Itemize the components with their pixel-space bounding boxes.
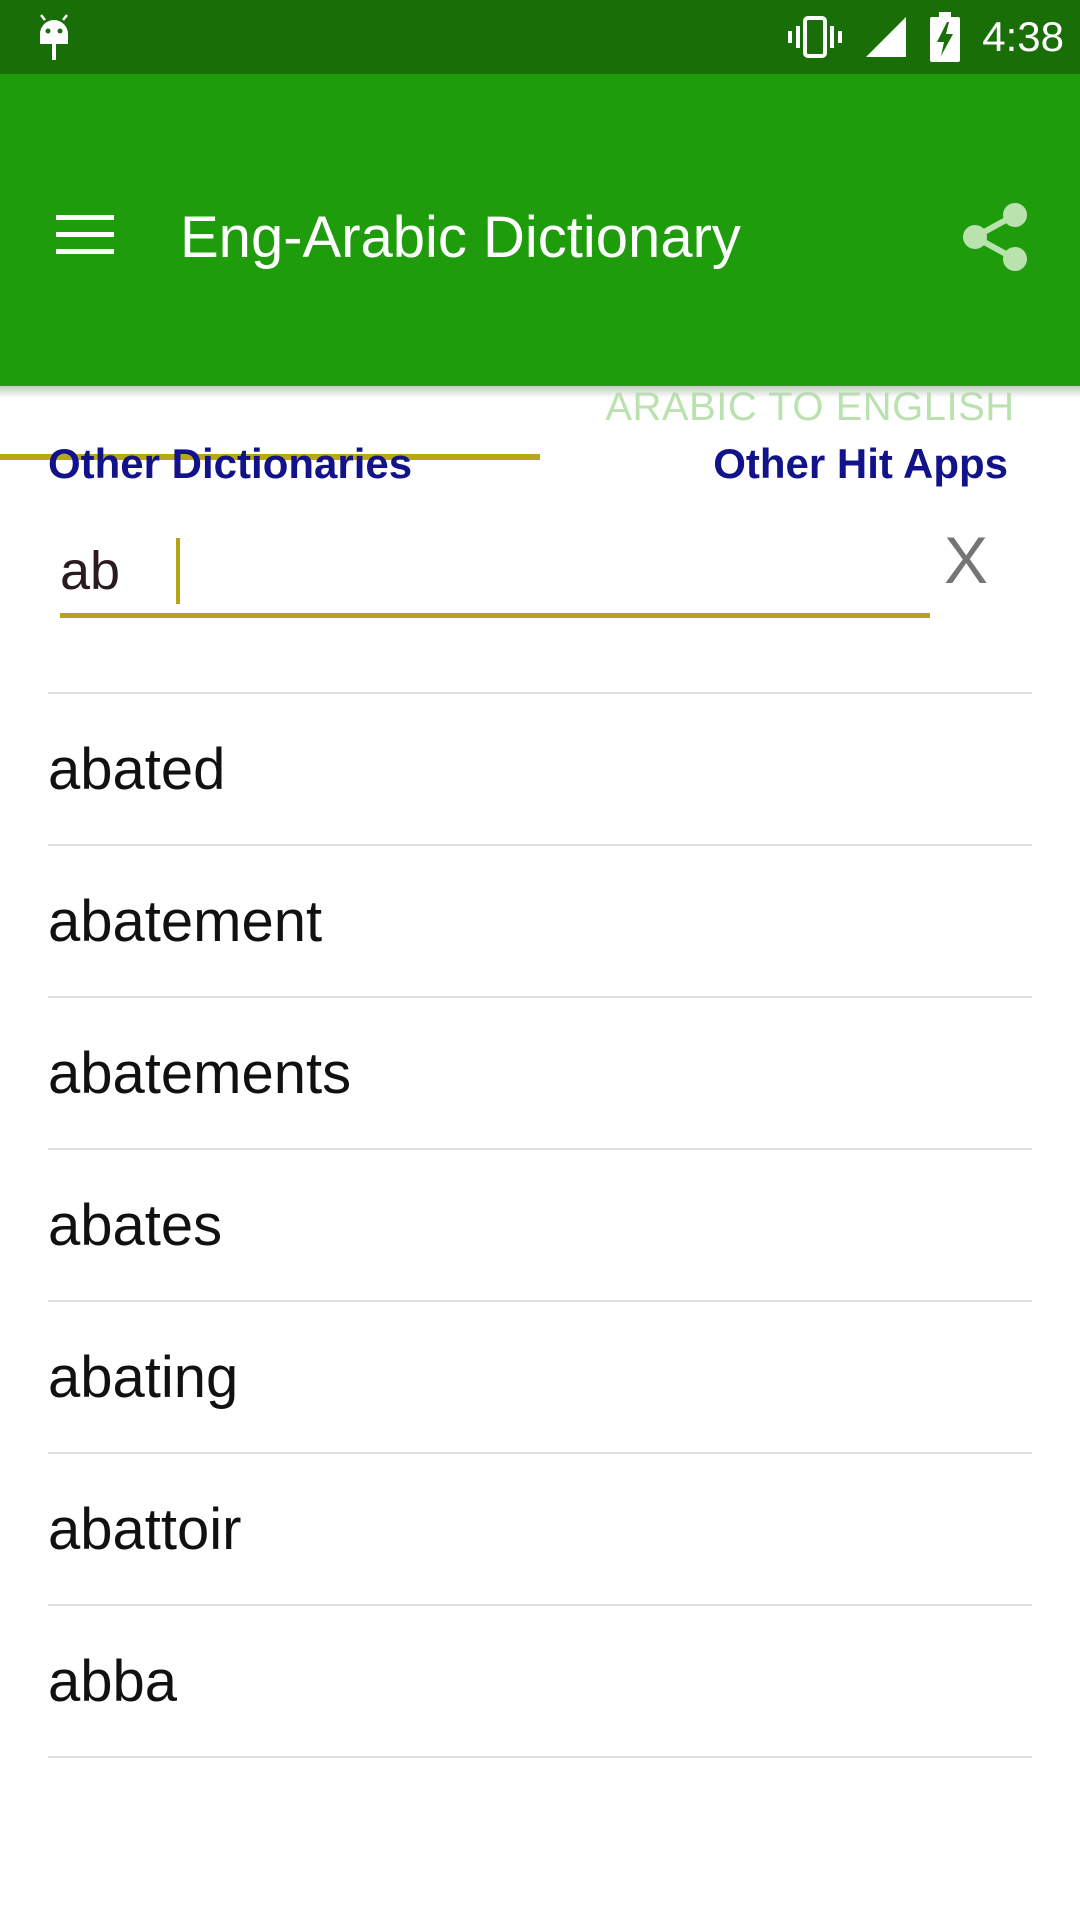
menu-button[interactable] (40, 194, 130, 274)
signal-icon (866, 17, 907, 57)
list-item[interactable]: abattoir (48, 1454, 1032, 1606)
vibrate-icon (788, 16, 843, 58)
list-item[interactable]: abatements (48, 998, 1032, 1150)
list-item[interactable]: abates (48, 1150, 1032, 1302)
other-dictionaries-link[interactable]: Other Dictionaries (48, 440, 412, 488)
status-icons: 4:38 (788, 0, 1064, 74)
hamburger-menu-icon (56, 215, 114, 254)
list-item[interactable]: abating (48, 1302, 1032, 1454)
status-bar: 4:38 (0, 0, 1080, 74)
links-row: Other Dictionaries Other Hit Apps (48, 440, 1008, 500)
text-caret (176, 538, 180, 604)
clear-search-button[interactable]: X (936, 520, 996, 600)
battery-charging-icon (930, 12, 961, 62)
results-list: abated abatement abatements abates abati… (48, 692, 1032, 1758)
share-button[interactable] (950, 192, 1040, 282)
other-hit-apps-link[interactable]: Other Hit Apps (713, 440, 1008, 488)
share-icon (963, 203, 1027, 271)
search-input[interactable] (60, 528, 930, 618)
android-icon (40, 14, 68, 60)
app-bar: Eng-Arabic Dictionary ENGLISH TO ARABIC … (0, 74, 1080, 460)
list-item[interactable]: abated (48, 694, 1032, 846)
app-bar-shadow (0, 386, 1080, 398)
list-item[interactable]: abba (48, 1606, 1032, 1758)
search-field-container (60, 528, 930, 620)
list-item[interactable]: abatement (48, 846, 1032, 998)
status-time: 4:38 (982, 13, 1064, 60)
app-title: Eng-Arabic Dictionary (180, 205, 741, 270)
